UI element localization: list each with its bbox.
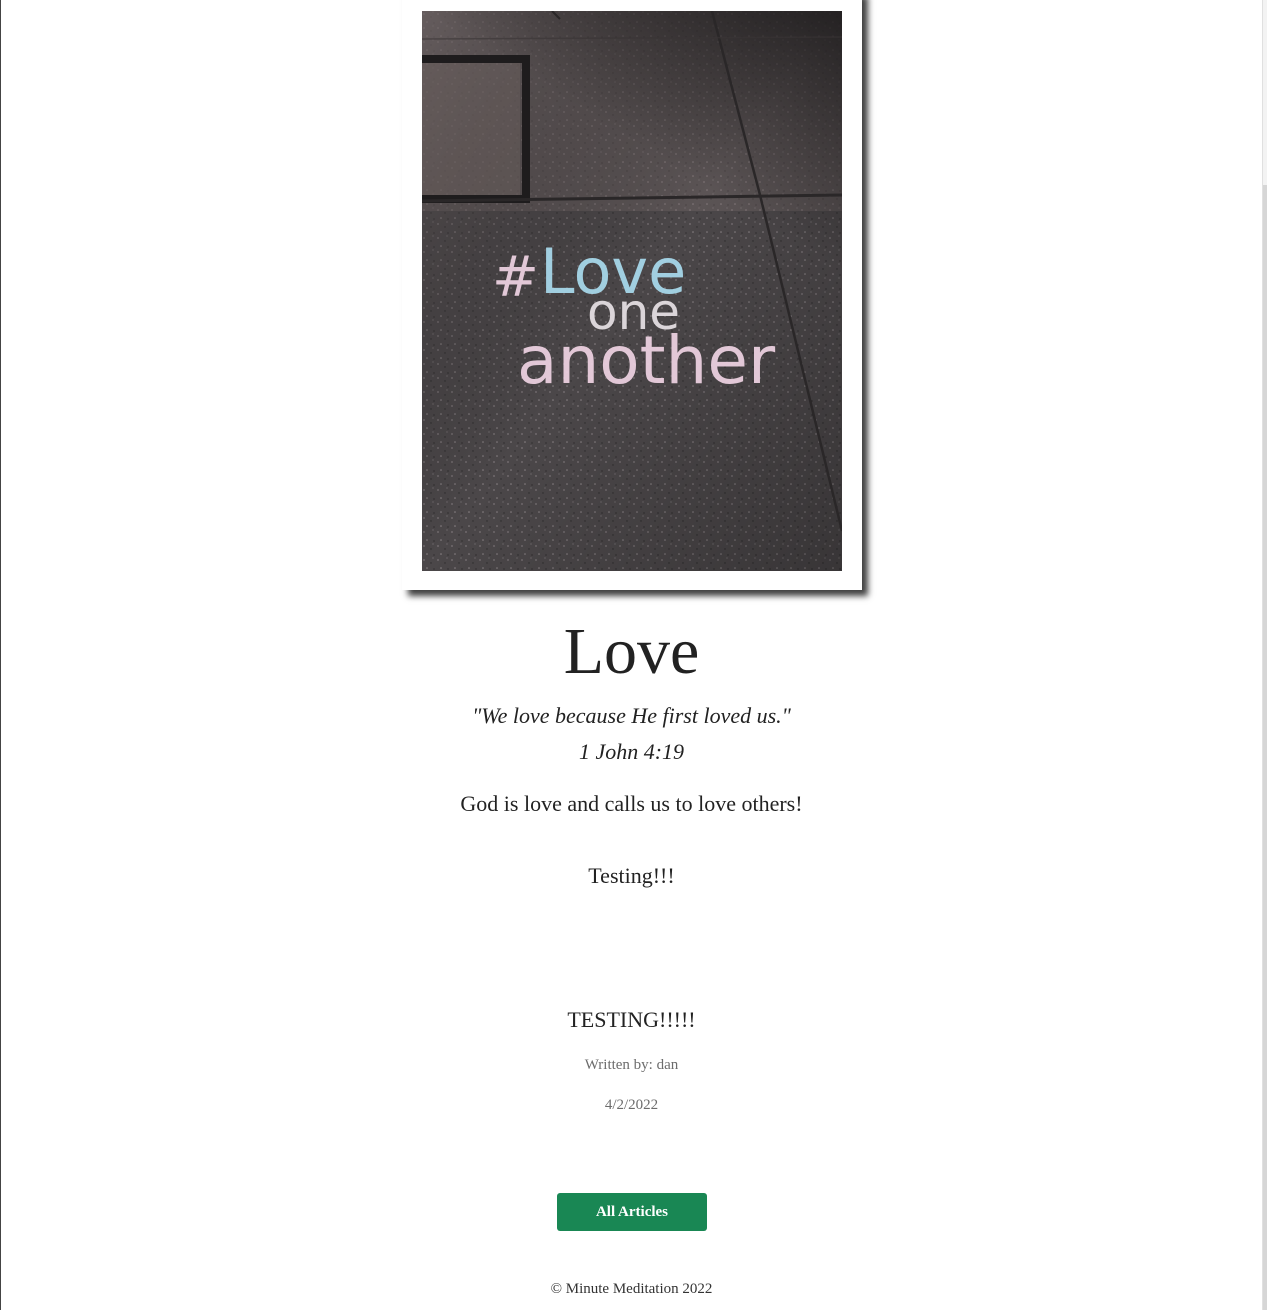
article-body-paragraph: God is love and calls us to love others! [460, 791, 803, 816]
article-author: Written by: dan [584, 1057, 679, 1073]
article-body-paragraph: TESTING!!!!! [567, 1007, 696, 1032]
article-image: # Love one another [422, 11, 842, 571]
article-title: Love [563, 615, 700, 688]
verse-reference: 1 John 4:19 [578, 739, 685, 764]
footer-copyright: © Minute Meditation 2022 [550, 1281, 713, 1297]
chalk-sidewalk-photo: # Love one another [422, 11, 842, 571]
all-articles-button[interactable]: All Articles [557, 1193, 707, 1231]
scrollbar-thumb[interactable] [1263, 185, 1267, 1310]
chalk-word-another: another [517, 322, 776, 399]
article-date: 4/2/2022 [604, 1097, 659, 1113]
article-body-paragraph: Testing!!! [588, 863, 675, 888]
article-image-frame: # Love one another [402, 0, 862, 590]
verse-quote: "We love because He first loved us." [472, 703, 791, 728]
chalk-hash: # [492, 245, 539, 310]
